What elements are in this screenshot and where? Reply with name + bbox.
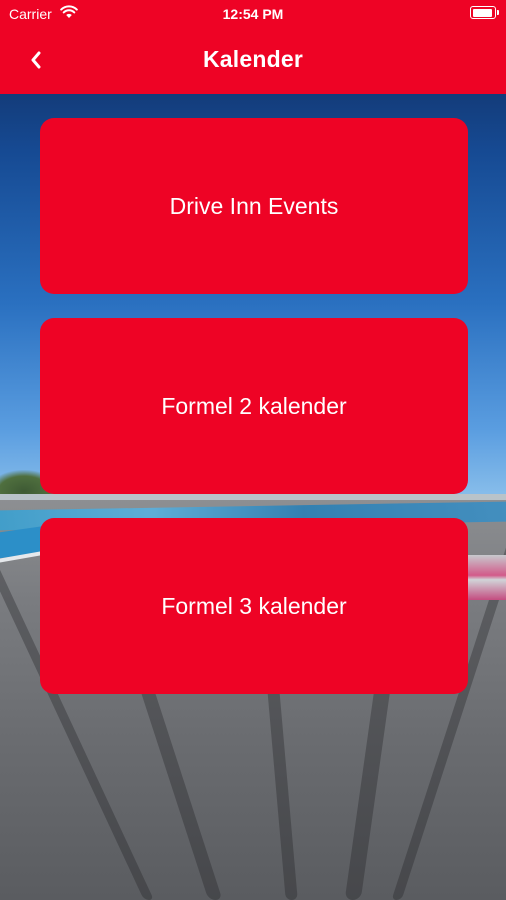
formel-3-kalender-button[interactable]: Formel 3 kalender — [40, 518, 468, 694]
menu-item-label: Formel 3 kalender — [161, 592, 347, 619]
battery-icon — [470, 6, 499, 19]
formel-2-kalender-button[interactable]: Formel 2 kalender — [40, 318, 468, 494]
status-bar: Carrier 12:54 PM — [0, 0, 506, 28]
drive-inn-events-button[interactable]: Drive Inn Events — [40, 118, 468, 294]
menu-item-label: Drive Inn Events — [169, 192, 339, 219]
menu-item-label: Formel 2 kalender — [161, 392, 347, 419]
status-time: 12:54 PM — [222, 6, 284, 22]
page-title: Kalender — [202, 46, 304, 72]
navigation-bar: Kalender — [0, 28, 506, 94]
